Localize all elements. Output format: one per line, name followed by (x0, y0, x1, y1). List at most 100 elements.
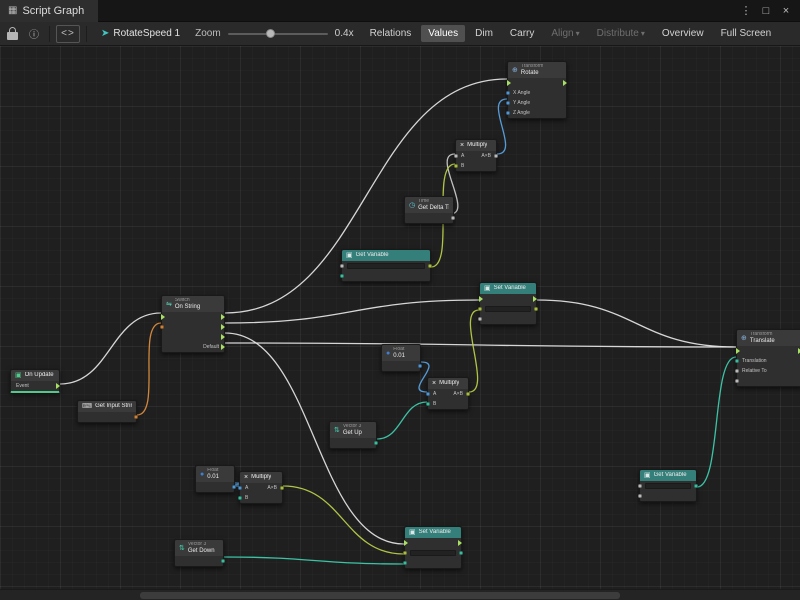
node-set-variable-2[interactable]: ▣Set Variable (404, 526, 462, 569)
variable-name-field[interactable] (485, 306, 531, 312)
output-port[interactable] (494, 154, 498, 158)
edge-0[interactable] (60, 313, 161, 384)
dim-button[interactable]: Dim (468, 25, 500, 42)
output-port[interactable] (459, 551, 463, 555)
input-port[interactable] (735, 359, 739, 363)
input-port[interactable] (478, 317, 482, 321)
input-port[interactable] (478, 307, 482, 311)
input-port[interactable] (454, 164, 458, 168)
node-vector3-get-down[interactable]: ⇅Vector 3Get Down (174, 539, 224, 567)
flow-out-port[interactable] (458, 540, 462, 546)
horizontal-scrollbar-thumb[interactable] (140, 592, 620, 599)
edge-12[interactable] (469, 310, 479, 392)
graph-canvas[interactable]: ⊕TransformRotateX AngleY AngleZ Angle ×Mu… (0, 46, 800, 600)
edge-9[interactable] (497, 99, 507, 154)
input-port[interactable] (340, 274, 344, 278)
values-button[interactable]: Values (421, 25, 465, 42)
node-vector3-get-up[interactable]: ⇅Vector 3Get Up (329, 421, 377, 449)
zoom-knob[interactable] (266, 29, 275, 38)
distribute-button[interactable]: Distribute ▾ (590, 25, 652, 42)
edge-14[interactable] (283, 486, 404, 554)
input-port[interactable] (238, 496, 242, 500)
close-icon[interactable]: × (778, 5, 794, 17)
edge-6[interactable] (537, 300, 736, 347)
edge-11[interactable] (377, 402, 427, 439)
input-port[interactable] (160, 325, 164, 329)
node-rotate[interactable]: ⊕TransformRotateX AngleY AngleZ Angle (507, 61, 567, 119)
input-port[interactable] (403, 551, 407, 555)
flow-in-port[interactable] (736, 348, 740, 354)
node-switch[interactable]: ⇋SwitchOn StringDefault (161, 295, 225, 353)
output-port[interactable] (221, 559, 225, 563)
flow-out-port[interactable] (221, 314, 225, 320)
edit-graph-icon[interactable]: <> (56, 25, 80, 43)
output-port[interactable] (374, 441, 378, 445)
horizontal-scrollbar[interactable] (0, 589, 800, 600)
edge-5[interactable] (225, 343, 736, 347)
flow-out-port[interactable] (533, 296, 537, 302)
flow-out-port[interactable] (56, 383, 60, 389)
output-port[interactable] (280, 486, 284, 490)
node-float-2[interactable]: ●Float0.01 (195, 465, 235, 493)
carry-button[interactable]: Carry (503, 25, 541, 42)
tab-script-graph[interactable]: ▦ Script Graph (0, 0, 98, 22)
input-port[interactable] (638, 484, 642, 488)
input-port[interactable] (506, 111, 510, 115)
node-multiply-3[interactable]: ×MultiplyAA×BB (239, 471, 283, 504)
input-port[interactable] (403, 561, 407, 565)
edge-4[interactable] (225, 333, 404, 544)
lock-icon[interactable] (4, 25, 22, 43)
output-port[interactable] (534, 307, 538, 311)
relations-button[interactable]: Relations (363, 25, 419, 42)
node-get-variable-2[interactable]: ▣Get Variable (639, 469, 697, 502)
input-port[interactable] (638, 494, 642, 498)
input-port[interactable] (735, 379, 739, 383)
node-set-variable-1[interactable]: ▣Set Variable (479, 282, 537, 325)
zoom-slider[interactable] (228, 25, 328, 43)
output-port[interactable] (466, 392, 470, 396)
flow-out-port[interactable] (221, 334, 225, 340)
flow-in-port[interactable] (479, 296, 483, 302)
output-port[interactable] (232, 485, 236, 489)
maximize-icon[interactable]: □ (758, 5, 774, 17)
node-multiply-1[interactable]: ×MultiplyAA×BB (455, 139, 497, 172)
flow-in-port[interactable] (161, 314, 165, 320)
output-port[interactable] (428, 264, 432, 268)
input-port[interactable] (506, 91, 510, 95)
info-icon[interactable]: ⓘ (25, 25, 43, 43)
full-screen-button[interactable]: Full Screen (714, 25, 779, 42)
node-translate[interactable]: ⊕TransformTranslateTranslationRelative T… (736, 329, 800, 387)
input-port[interactable] (426, 402, 430, 406)
output-port[interactable] (451, 216, 455, 220)
input-port[interactable] (340, 264, 344, 268)
node-multiply-2[interactable]: ×MultiplyAA×BB (427, 377, 469, 410)
node-get-delta-time[interactable]: ◷TimeGet Delta Time (404, 196, 454, 224)
flow-out-port[interactable] (563, 80, 567, 86)
output-port[interactable] (134, 415, 138, 419)
flow-in-port[interactable] (507, 80, 511, 86)
node-on-update[interactable]: ▣On UpdateEvent (10, 369, 60, 393)
input-port[interactable] (506, 101, 510, 105)
input-port[interactable] (238, 486, 242, 490)
input-port[interactable] (454, 154, 458, 158)
edge-1[interactable] (137, 323, 161, 415)
align-button[interactable]: Align ▾ (544, 25, 586, 42)
variable-name-field[interactable] (347, 263, 425, 269)
node-get-input-string[interactable]: ⌨Get Input Strin... (77, 400, 137, 423)
output-port[interactable] (694, 484, 698, 488)
graph-name[interactable]: ➤ RotateSpeed 1 (93, 28, 188, 39)
output-port[interactable] (418, 364, 422, 368)
node-get-variable-1[interactable]: ▣Get Variable (341, 249, 431, 282)
edge-3[interactable] (225, 300, 479, 323)
edge-16[interactable] (697, 357, 736, 487)
variable-name-field[interactable] (410, 550, 456, 556)
input-port[interactable] (735, 369, 739, 373)
input-port[interactable] (426, 392, 430, 396)
node-float-1[interactable]: ●Float0.01 (381, 344, 421, 372)
flow-out-port[interactable] (221, 344, 225, 350)
flow-in-port[interactable] (404, 540, 408, 546)
window-menu-icon[interactable]: ⋮ (738, 4, 754, 17)
variable-name-field[interactable] (645, 483, 691, 489)
flow-out-port[interactable] (221, 324, 225, 330)
overview-button[interactable]: Overview (655, 25, 711, 42)
